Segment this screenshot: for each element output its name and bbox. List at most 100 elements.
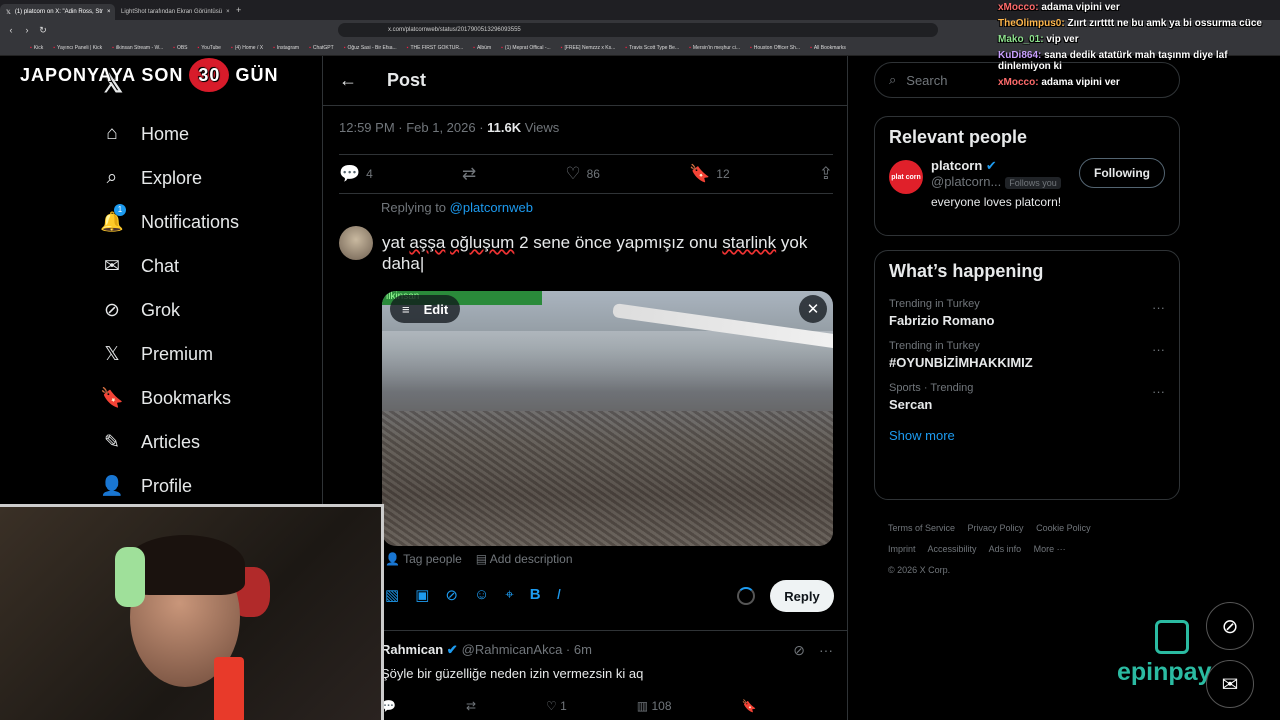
like-action[interactable]: ♡ 86 xyxy=(565,164,600,184)
back-arrow-icon[interactable]: ‹ xyxy=(6,25,16,35)
show-more-link[interactable]: Show more xyxy=(875,418,1179,455)
grok-icon[interactable]: ⊘ xyxy=(793,642,805,659)
footer-link[interactable]: Privacy Policy xyxy=(968,523,1024,533)
nav-item-bookmarks[interactable]: 🔖 Bookmarks xyxy=(100,376,320,420)
bookmark-item[interactable]: Kick xyxy=(30,45,43,51)
bookmark-item[interactable]: ChatGPT xyxy=(309,45,334,51)
emoji-icon[interactable]: ☺ xyxy=(474,586,489,604)
copyright: © 2026 X Corp. xyxy=(888,565,951,575)
repost-action[interactable]: ⇄ xyxy=(462,164,476,184)
url-input[interactable]: x.com/platcornweb/status/201790051329609… xyxy=(338,23,938,37)
footer-link[interactable]: Imprint xyxy=(888,544,916,554)
more-icon[interactable]: ··· xyxy=(1152,300,1165,315)
bookmark-item[interactable]: Oğuz Sasi - Bir Efsa... xyxy=(344,45,396,51)
bookmark-item[interactable]: YouTube xyxy=(198,45,221,51)
bookmark-item[interactable]: Houston Officer Sh... xyxy=(750,45,800,51)
bookmark-item[interactable]: [FREE] Nemzzz x Ks... xyxy=(561,45,615,51)
footer-link[interactable]: More ··· xyxy=(1034,544,1066,554)
bookmark-item[interactable]: OBS xyxy=(173,45,188,51)
chat-message: TheOlimpus0: Zıırt zırtttt ne bu amk ya … xyxy=(998,18,1280,29)
bookmark-item[interactable]: Travis Scott Type Be... xyxy=(625,45,679,51)
reply-compose-input[interactable]: yat aşşa oğluşum 2 sene önce yapmışız on… xyxy=(382,232,842,274)
views-action[interactable]: ▥ 108 xyxy=(637,699,672,713)
nav-item-chat[interactable]: ✉ Chat xyxy=(100,244,320,288)
post-timestamp[interactable]: 12:59 PM · Feb 1, 2026 · xyxy=(339,120,484,135)
browser-tab[interactable]: LightShot tarafından Ekran Görüntüsü × xyxy=(115,4,230,20)
forward-arrow-icon[interactable]: › xyxy=(22,25,32,35)
reply-action[interactable]: 💬 4 xyxy=(339,164,373,184)
new-tab-button[interactable]: + xyxy=(236,5,241,15)
reply-text: Şöyle bir güzelliğe neden izin vermezsin… xyxy=(381,666,644,681)
add-description-button[interactable]: ▤ Add description xyxy=(476,552,573,566)
footer-link[interactable]: Cookie Policy xyxy=(1036,523,1091,533)
gif-icon[interactable]: ▣ xyxy=(415,586,429,604)
trend-item[interactable]: Sports · Trending Sercan ··· xyxy=(875,376,1179,418)
repost-icon[interactable]: ⇄ xyxy=(466,699,476,713)
remove-media-button[interactable]: ✕ xyxy=(799,295,827,323)
attached-media[interactable]: ilkinsan ≡ Edit ✕ xyxy=(382,291,833,546)
nav-item-explore[interactable]: ⌕ Explore xyxy=(100,156,320,200)
close-icon: ✕ xyxy=(806,301,820,318)
trend-name: Fabrizio Romano xyxy=(889,313,995,328)
replying-handle-link[interactable]: @platcornweb xyxy=(450,200,533,215)
person-name[interactable]: platcorn xyxy=(931,158,982,173)
post-views-label: Views xyxy=(524,120,560,135)
bell-icon: 🔔 1 xyxy=(100,204,126,234)
avatar[interactable]: plat corn xyxy=(889,160,923,194)
grok-icon[interactable]: ⊘ xyxy=(445,586,458,604)
bookmark-icon: 🔖 xyxy=(100,388,124,409)
bookmark-item[interactable]: (1) Meprat Offical -... xyxy=(501,45,551,51)
nav-item-articles[interactable]: ✎ Articles xyxy=(100,420,320,464)
following-button[interactable]: Following xyxy=(1079,158,1165,188)
bookmark-item[interactable]: Mersin'in meşhur ci... xyxy=(689,45,740,51)
share-action[interactable]: ⇪ xyxy=(819,164,833,184)
trend-item[interactable]: Trending in Turkey Fabrizio Romano ··· xyxy=(875,292,1179,334)
browser-tab-active[interactable]: 𝕏 (1) platcorn on X: "Adin Ross, Str × xyxy=(0,4,115,20)
like-action[interactable]: ♡ 1 xyxy=(546,699,567,713)
nav-item-premium[interactable]: 𝕏 Premium xyxy=(100,332,320,376)
media-edit-button[interactable]: ≡ Edit xyxy=(390,295,461,323)
footer-link[interactable]: Accessibility xyxy=(928,544,977,554)
footer-links: Terms of Service Privacy Policy Cookie P… xyxy=(888,518,1178,581)
nav-item-notifications[interactable]: 🔔 1 Notifications xyxy=(100,200,320,244)
back-arrow-icon[interactable]: ← xyxy=(339,70,379,91)
reload-icon[interactable]: ↻ xyxy=(38,25,48,36)
reply-button[interactable]: Reply xyxy=(770,580,834,612)
bookmark-item[interactable]: ilkinsan Stream - W... xyxy=(112,45,163,51)
reply-post[interactable]: Rahmican ✔ @RahmicanAkca · 6m ⊘ ··· Şöyle … xyxy=(381,642,841,713)
more-icon[interactable]: ··· xyxy=(819,642,833,659)
nav-item-home[interactable]: ⌂ Home xyxy=(100,112,320,156)
more-icon[interactable]: ··· xyxy=(1152,342,1165,357)
tag-people-button[interactable]: 👤 Tag people xyxy=(385,552,462,566)
reply-author[interactable]: Rahmican ✔ @RahmicanAkca · 6m xyxy=(381,642,841,658)
grok-fab-button[interactable]: ⊘ xyxy=(1206,602,1254,650)
bookmark-item[interactable]: Albüm xyxy=(473,45,491,51)
italic-icon[interactable]: I xyxy=(557,586,561,604)
nav-item-grok[interactable]: ⊘ Grok xyxy=(100,288,320,332)
trend-item[interactable]: Trending in Turkey #OYUNBİZİMHAKKIMIZ ··· xyxy=(875,334,1179,376)
bookmark-count: 12 xyxy=(716,167,730,181)
bookmark-icon[interactable]: 🔖 xyxy=(742,699,757,713)
bookmark-item[interactable]: THE FIRST GOKTUR... xyxy=(407,45,463,51)
like-count: 86 xyxy=(586,167,600,181)
bookmark-item[interactable]: Yayıncı Paneli | Kick xyxy=(53,45,102,51)
view-count: 108 xyxy=(651,699,672,713)
bookmark-action[interactable]: 🔖 12 xyxy=(689,164,730,184)
tab-close-icon[interactable]: × xyxy=(226,9,230,15)
tab-close-icon[interactable]: × xyxy=(107,9,111,15)
bookmark-item[interactable]: All Bookmarks xyxy=(810,45,846,51)
location-icon[interactable]: ⌖ xyxy=(505,586,513,604)
messages-fab-button[interactable]: ✉ xyxy=(1206,660,1254,708)
bold-icon[interactable]: B xyxy=(530,586,541,604)
chat-text: adama vipini ver xyxy=(1041,77,1120,88)
verified-badge-icon: ✔ xyxy=(446,642,458,657)
bookmark-item[interactable]: Instagram xyxy=(273,45,299,51)
avatar[interactable] xyxy=(339,226,373,260)
relevant-person[interactable]: plat corn platcorn ✔ @platcorn... Follows… xyxy=(875,158,1179,209)
footer-link[interactable]: Terms of Service xyxy=(888,523,955,533)
image-icon[interactable]: ▧ xyxy=(385,586,399,604)
more-icon[interactable]: ··· xyxy=(1152,384,1165,399)
nav-item-profile[interactable]: 👤 Profile xyxy=(100,464,320,508)
footer-link[interactable]: Ads info xyxy=(989,544,1022,554)
bookmark-item[interactable]: (4) Home / X xyxy=(231,45,263,51)
